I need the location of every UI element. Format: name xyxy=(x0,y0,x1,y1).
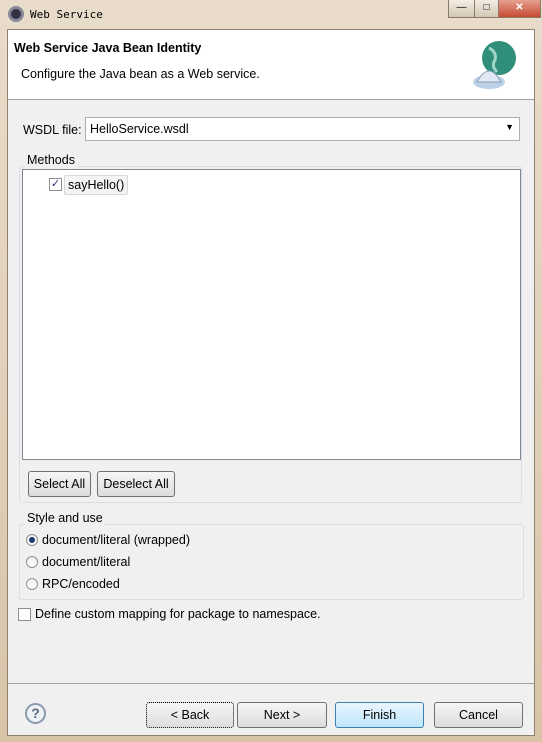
dialog-client: Web Service Java Bean Identity Configure… xyxy=(7,29,535,736)
list-item[interactable]: ✓ sayHello() xyxy=(48,175,130,195)
wsdl-file-combo[interactable]: HelloService.wsdl ▼ xyxy=(85,117,520,141)
footer-separator xyxy=(8,683,534,684)
close-button[interactable]: ✕ xyxy=(498,0,541,18)
back-button[interactable]: < Back xyxy=(146,702,234,728)
cancel-button[interactable]: Cancel xyxy=(434,702,523,728)
wsdl-file-label: WSDL file: xyxy=(23,123,82,137)
chevron-down-icon: ▼ xyxy=(505,122,514,132)
wsdl-file-value: HelloService.wsdl xyxy=(90,122,189,136)
methods-group-label: Methods xyxy=(25,153,77,167)
radio-button[interactable] xyxy=(26,578,38,590)
wizard-header: Web Service Java Bean Identity Configure… xyxy=(8,30,534,100)
radio-label: RPC/encoded xyxy=(42,577,120,591)
finish-button[interactable]: Finish xyxy=(335,702,424,728)
page-title: Web Service Java Bean Identity xyxy=(14,41,202,55)
page-description: Configure the Java bean as a Web service… xyxy=(21,67,260,81)
select-all-button[interactable]: Select All xyxy=(28,471,91,497)
web-service-globe-icon xyxy=(473,41,516,89)
next-button[interactable]: Next > xyxy=(237,702,327,728)
window-title: Web Service xyxy=(30,8,103,21)
deselect-all-button[interactable]: Deselect All xyxy=(97,471,175,497)
help-icon[interactable]: ? xyxy=(25,703,46,724)
custom-mapping-label: Define custom mapping for package to nam… xyxy=(35,607,321,621)
radio-label: document/literal xyxy=(42,555,131,569)
radio-button[interactable] xyxy=(26,534,38,546)
custom-mapping-checkbox[interactable] xyxy=(18,608,31,621)
maximize-button[interactable]: □ xyxy=(474,0,499,18)
title-bar: Web Service — □ ✕ xyxy=(0,0,542,30)
method-label: sayHello() xyxy=(64,175,129,195)
radio-label: document/literal (wrapped) xyxy=(42,533,190,547)
style-group-label: Style and use xyxy=(25,511,105,525)
minimize-button[interactable]: — xyxy=(448,0,475,18)
eclipse-app-icon xyxy=(8,6,24,22)
methods-list[interactable]: ✓ sayHello() xyxy=(22,169,521,460)
method-checkbox[interactable]: ✓ xyxy=(49,178,62,191)
radio-button[interactable] xyxy=(26,556,38,568)
